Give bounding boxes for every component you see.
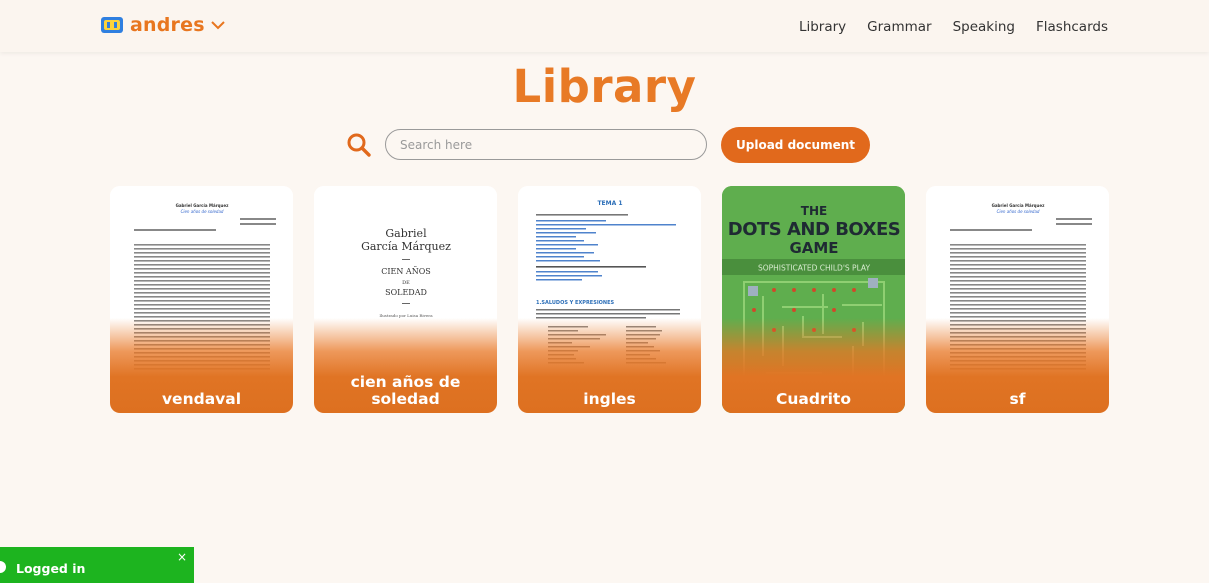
doc-heading: TEMA 1 xyxy=(597,200,622,207)
document-card[interactable]: Gabriel García Márquez Cien años de sole… xyxy=(926,186,1109,413)
upload-document-button[interactable]: Upload document xyxy=(721,127,870,163)
nav-speaking[interactable]: Speaking xyxy=(953,19,1015,35)
toast-message: Logged in xyxy=(16,561,86,576)
brand-name: andres xyxy=(130,14,205,36)
game-title: DOTS AND BOXES xyxy=(728,219,900,240)
thumb-author: Gabriel García Márquez xyxy=(176,203,230,208)
search-icon[interactable] xyxy=(346,132,372,158)
thumb-title: Cien años de soledad xyxy=(997,209,1040,214)
document-card[interactable]: TEMA 1 1.SALUDOS Y EXPRESIONES ingles xyxy=(518,186,701,413)
document-name: ingles xyxy=(583,390,636,408)
page-title: Library xyxy=(512,60,697,113)
game-title: THE xyxy=(801,204,827,218)
book-title: DE xyxy=(402,280,410,286)
book-author: García Márquez xyxy=(361,240,451,253)
login-toast: Logged in × xyxy=(0,547,194,583)
book-author: Gabriel xyxy=(385,227,427,240)
book-title: SOLEDAD xyxy=(385,288,427,297)
top-navbar: andres Library Grammar Speaking Flashcar… xyxy=(0,0,1209,52)
document-name: vendaval xyxy=(161,390,242,408)
document-name: Cuadrito xyxy=(776,390,851,408)
main-nav: Library Grammar Speaking Flashcards xyxy=(799,19,1108,35)
nav-library[interactable]: Library xyxy=(799,19,846,35)
chevron-down-icon xyxy=(211,21,225,30)
game-title: GAME xyxy=(789,239,838,257)
info-icon xyxy=(0,561,6,573)
app-logo-icon xyxy=(101,17,123,33)
thumb-title: Cien años de soledad xyxy=(181,209,224,214)
document-name: sf xyxy=(1009,390,1026,408)
game-subtitle: SOPHISTICATED CHILD'S PLAY xyxy=(758,264,871,273)
document-card[interactable]: Gabriel García Márquez CIEN AÑOS DE SOLE… xyxy=(314,186,497,413)
close-icon[interactable]: × xyxy=(177,550,187,564)
document-card[interactable]: THE DOTS AND BOXES GAME SOPHISTICATED CH… xyxy=(722,186,905,413)
doc-section-heading: 1.SALUDOS Y EXPRESIONES xyxy=(536,300,615,306)
search-input[interactable] xyxy=(385,129,707,160)
user-menu[interactable]: andres xyxy=(100,14,225,36)
document-name: cien años de soledad xyxy=(350,373,461,408)
nav-flashcards[interactable]: Flashcards xyxy=(1036,19,1108,35)
book-title: CIEN AÑOS xyxy=(381,267,430,276)
document-card[interactable]: Gabriel García Márquez Cien años de sole… xyxy=(110,186,293,413)
thumb-author: Gabriel García Márquez xyxy=(992,203,1046,208)
nav-grammar[interactable]: Grammar xyxy=(867,19,931,35)
